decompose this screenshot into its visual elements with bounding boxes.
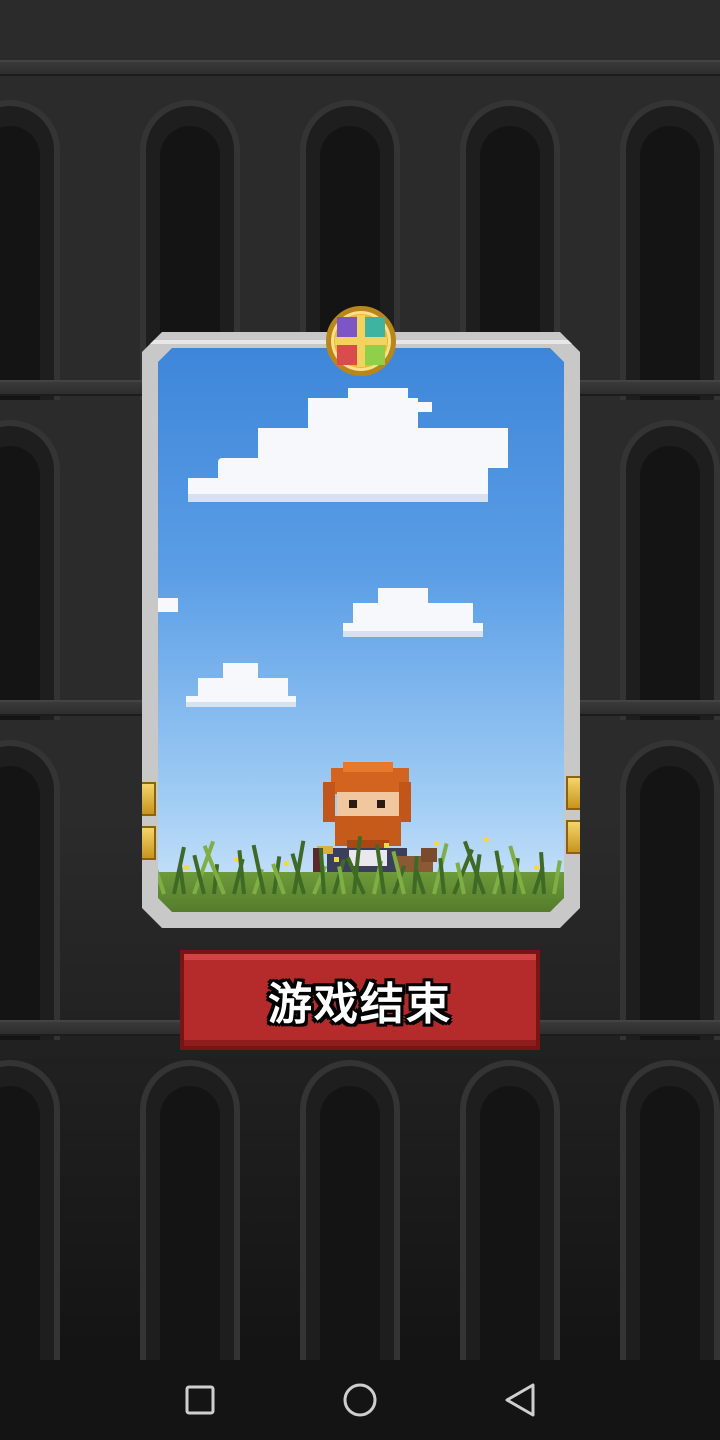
gold-tab <box>142 782 156 816</box>
game-over-button[interactable]: 游戏结束 <box>180 950 540 1050</box>
square-icon <box>185 1385 215 1415</box>
card-scene <box>158 348 564 912</box>
home-button[interactable] <box>340 1380 380 1420</box>
grass-flower <box>534 865 539 870</box>
wall-ledge <box>0 60 720 76</box>
grass-flower <box>484 837 489 842</box>
system-nav-bar <box>0 1360 720 1440</box>
grass-flower <box>284 861 289 866</box>
back-button[interactable] <box>500 1380 540 1420</box>
arch-row <box>0 1010 720 1360</box>
game-over-screen: 游戏结束 <box>0 0 720 1440</box>
game-over-label: 游戏结束 <box>268 979 452 1030</box>
grass-flower <box>434 841 439 846</box>
gold-tab <box>566 820 580 854</box>
grass-flower <box>384 843 389 848</box>
triangle-back-icon <box>505 1383 535 1417</box>
grass-flower <box>334 857 339 862</box>
grass-flower <box>184 865 189 870</box>
circle-icon <box>343 1383 377 1417</box>
gold-tab <box>142 826 156 860</box>
compass-emblem-icon <box>326 306 396 376</box>
recent-apps-button[interactable] <box>180 1380 220 1420</box>
gold-tab <box>566 776 580 810</box>
character-card <box>142 332 580 928</box>
